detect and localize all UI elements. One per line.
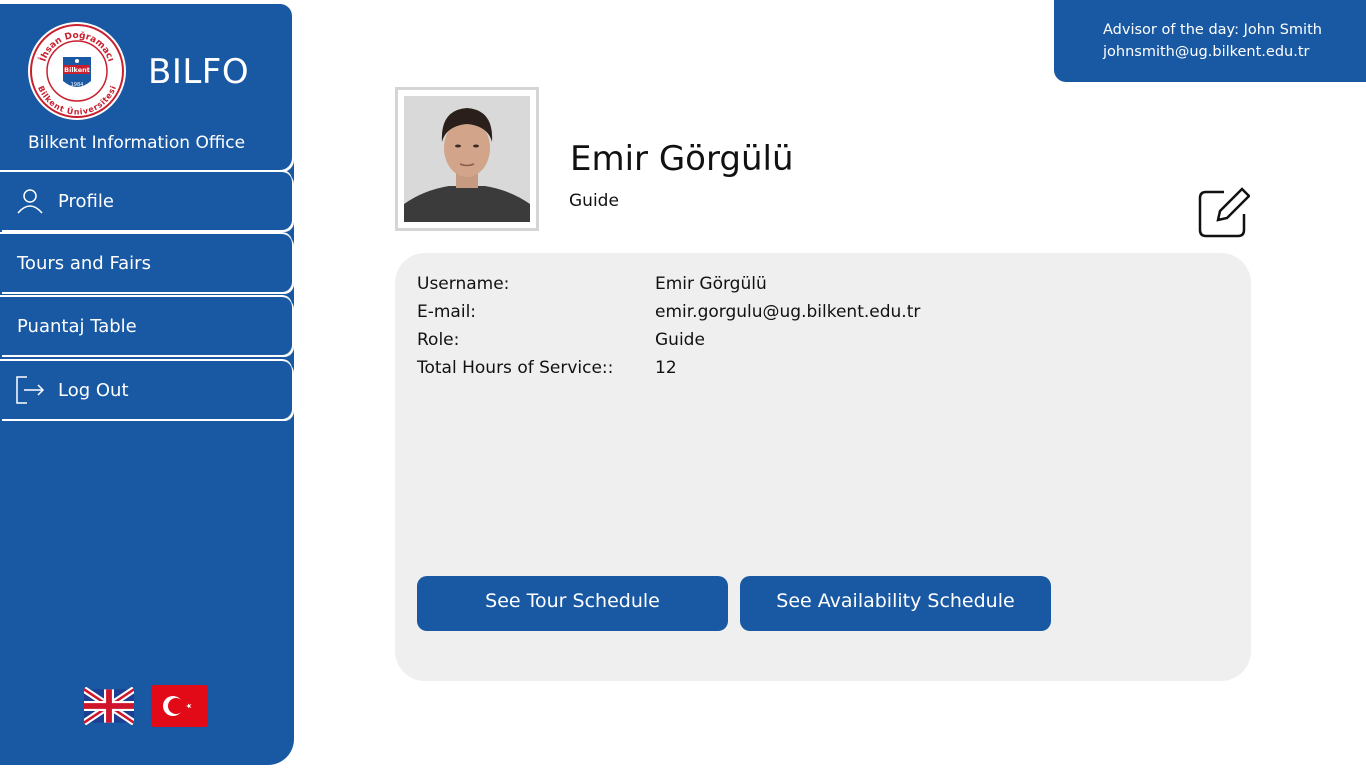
nav-item-tours-and-fairs[interactable]: Tours and Fairs bbox=[0, 234, 292, 292]
nav-label-logout: Log Out bbox=[58, 379, 129, 401]
info-row-role: Role: Guide bbox=[417, 330, 705, 350]
email-value: emir.gorgulu@ug.bilkent.edu.tr bbox=[655, 302, 921, 322]
email-label: E-mail: bbox=[417, 302, 477, 322]
nav-item-puantaj-table[interactable]: Puantaj Table bbox=[0, 297, 292, 355]
advisor-of-the-day: Advisor of the day: John Smith johnsmith… bbox=[1054, 0, 1366, 82]
profile-role: Guide bbox=[569, 191, 619, 211]
nav-label-puantaj: Puantaj Table bbox=[17, 315, 137, 337]
role-label: Role: bbox=[417, 330, 460, 350]
edit-icon bbox=[1198, 187, 1251, 238]
hours-value: 12 bbox=[655, 358, 677, 378]
svg-text:Bilkent: Bilkent bbox=[64, 66, 90, 74]
app-subtitle: Bilkent Information Office bbox=[28, 133, 246, 153]
advisor-email: johnsmith@ug.bilkent.edu.tr bbox=[1103, 44, 1310, 60]
info-row-email: E-mail: emir.gorgulu@ug.bilkent.edu.tr bbox=[417, 302, 920, 322]
see-availability-schedule-button[interactable]: See Availability Schedule bbox=[740, 576, 1051, 631]
profile-name: Emir Görgülü bbox=[570, 139, 794, 179]
advisor-name: Advisor of the day: John Smith bbox=[1103, 22, 1322, 38]
nav-label-tours: Tours and Fairs bbox=[17, 252, 151, 274]
language-switcher bbox=[84, 685, 208, 727]
app-name: BILFO bbox=[148, 52, 250, 92]
edit-profile-button[interactable] bbox=[1196, 184, 1251, 238]
profile-info-card: Username: Emir Görgülü E-mail: emir.gorg… bbox=[395, 253, 1251, 681]
nav-item-profile[interactable]: Profile bbox=[0, 172, 292, 230]
role-value: Guide bbox=[655, 330, 705, 350]
sidebar: İhsan Doğramacı Bilkent Üniversitesi Bil… bbox=[0, 4, 294, 765]
nav-label-profile: Profile bbox=[58, 190, 114, 212]
see-tour-schedule-button[interactable]: See Tour Schedule bbox=[417, 576, 728, 631]
logout-icon bbox=[15, 375, 45, 405]
user-icon bbox=[15, 186, 45, 216]
username-value: Emir Görgülü bbox=[655, 274, 767, 294]
hours-label: Total Hours of Service:: bbox=[417, 358, 614, 378]
profile-photo bbox=[404, 96, 530, 222]
svg-text:1984: 1984 bbox=[71, 82, 84, 88]
username-label: Username: bbox=[417, 274, 510, 294]
profile-photo-frame bbox=[395, 87, 539, 231]
turkey-flag-icon[interactable] bbox=[151, 685, 208, 727]
bilkent-logo: İhsan Doğramacı Bilkent Üniversitesi Bil… bbox=[28, 22, 126, 120]
nav-item-log-out[interactable]: Log Out bbox=[0, 361, 292, 419]
uk-flag-icon[interactable] bbox=[84, 687, 134, 725]
info-row-username: Username: Emir Görgülü bbox=[417, 274, 767, 294]
brand-header: İhsan Doğramacı Bilkent Üniversitesi Bil… bbox=[0, 4, 292, 170]
info-row-hours: Total Hours of Service:: 12 bbox=[417, 358, 677, 378]
